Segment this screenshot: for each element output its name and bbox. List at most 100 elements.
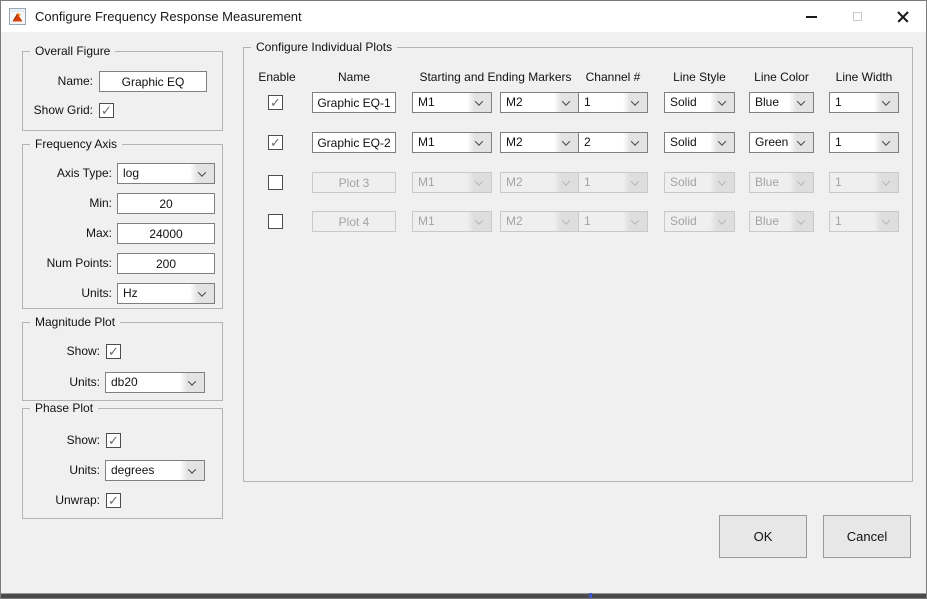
plot4-start-marker-value: M1 (418, 212, 435, 231)
plot3-start-marker-dropdown: M1 (412, 172, 492, 193)
plot1-line-width-dropdown[interactable]: 1 (829, 92, 899, 113)
chevron-down-icon (789, 93, 813, 112)
overall-figure-group-title: Overall Figure (30, 44, 115, 58)
axis-type-label: Axis Type: (23, 163, 112, 184)
plot2-line-style-dropdown[interactable]: Solid (664, 132, 735, 153)
overall-figure-group: Overall Figure Name: Show Grid: (22, 51, 223, 131)
plot4-channel-value: 1 (584, 212, 591, 231)
num-points-label: Num Points: (23, 253, 112, 274)
channel-column-header: Channel # (578, 70, 648, 84)
plot-row-4: M1 M2 1 Solid Blue (244, 211, 912, 232)
plot3-channel-dropdown: 1 (578, 172, 648, 193)
magnitude-units-dropdown[interactable]: db20 (105, 372, 205, 393)
plot1-channel-dropdown[interactable]: 1 (578, 92, 648, 113)
dialog-body: Overall Figure Name: Show Grid: Frequenc… (1, 32, 926, 598)
plot4-line-color-dropdown: Blue (749, 211, 814, 232)
chevron-down-icon (874, 173, 898, 192)
plot1-start-marker-dropdown[interactable]: M1 (412, 92, 492, 113)
plot2-name-field[interactable] (312, 132, 396, 153)
markers-column-header: Starting and Ending Markers (412, 70, 579, 84)
chevron-down-icon (874, 212, 898, 231)
magnitude-show-checkbox[interactable] (106, 344, 121, 359)
chevron-down-icon (180, 373, 204, 392)
line-style-column-header: Line Style (660, 70, 739, 84)
plot3-line-color-dropdown: Blue (749, 172, 814, 193)
close-button[interactable] (880, 1, 926, 32)
chevron-down-icon (874, 133, 898, 152)
chevron-down-icon (554, 93, 578, 112)
plot2-channel-dropdown[interactable]: 2 (578, 132, 648, 153)
plot2-line-color-dropdown[interactable]: Green (749, 132, 814, 153)
plot1-start-marker-value: M1 (418, 93, 435, 112)
max-label: Max: (23, 223, 112, 244)
chevron-down-icon (554, 133, 578, 152)
plot3-enable-checkbox[interactable] (268, 175, 283, 190)
plot1-end-marker-dropdown[interactable]: M2 (500, 92, 579, 113)
chevron-down-icon (623, 133, 647, 152)
chevron-down-icon (190, 164, 214, 183)
plot4-line-width-value: 1 (835, 212, 842, 231)
plot2-line-width-dropdown[interactable]: 1 (829, 132, 899, 153)
chevron-down-icon (467, 173, 491, 192)
show-grid-checkbox[interactable] (99, 103, 114, 118)
phase-plot-group-title: Phase Plot (30, 401, 98, 415)
freq-units-dropdown[interactable]: Hz (117, 283, 215, 304)
plot-row-3: M1 M2 1 Solid Blue (244, 172, 912, 193)
phase-show-checkbox[interactable] (106, 433, 121, 448)
plot2-start-marker-dropdown[interactable]: M1 (412, 132, 492, 153)
chevron-down-icon (180, 461, 204, 480)
minimize-button[interactable] (788, 1, 834, 32)
maximize-button (834, 1, 880, 32)
plot3-line-style-dropdown: Solid (664, 172, 735, 193)
name-column-header: Name (312, 70, 396, 84)
max-field[interactable] (117, 223, 215, 244)
chevron-down-icon (789, 133, 813, 152)
phase-plot-group: Phase Plot Show: Units: degrees Unwrap: (22, 408, 223, 519)
min-field[interactable] (117, 193, 215, 214)
plot-row-2: M1 M2 2 Solid Green (244, 132, 912, 153)
plot1-line-style-value: Solid (670, 93, 697, 112)
ok-button[interactable]: OK (719, 515, 807, 558)
plot1-line-color-value: Blue (755, 93, 779, 112)
line-width-column-header: Line Width (825, 70, 903, 84)
plot3-line-width-dropdown: 1 (829, 172, 899, 193)
plot3-line-style-value: Solid (670, 173, 697, 192)
chevron-down-icon (710, 212, 734, 231)
phase-units-dropdown[interactable]: degrees (105, 460, 205, 481)
chevron-down-icon (789, 173, 813, 192)
plot1-channel-value: 1 (584, 93, 591, 112)
matlab-app-icon (9, 8, 26, 25)
plot2-end-marker-dropdown[interactable]: M2 (500, 132, 579, 153)
chevron-down-icon (623, 212, 647, 231)
window-controls (788, 1, 926, 32)
cancel-button[interactable]: Cancel (823, 515, 911, 558)
plot1-line-style-dropdown[interactable]: Solid (664, 92, 735, 113)
axis-type-dropdown[interactable]: log (117, 163, 215, 184)
plot1-line-color-dropdown[interactable]: Blue (749, 92, 814, 113)
plot-row-1: M1 M2 1 Solid Blue (244, 92, 912, 113)
plot1-enable-checkbox[interactable] (268, 95, 283, 110)
plot1-name-field[interactable] (312, 92, 396, 113)
unwrap-checkbox[interactable] (106, 493, 121, 508)
minimize-icon (806, 16, 817, 18)
individual-plots-group: Configure Individual Plots Enable Name S… (243, 47, 913, 482)
axis-type-value: log (123, 164, 139, 183)
plot1-end-marker-value: M2 (506, 93, 523, 112)
individual-plots-group-title: Configure Individual Plots (251, 40, 397, 54)
plot3-end-marker-dropdown: M2 (500, 172, 579, 193)
unwrap-label: Unwrap: (23, 490, 100, 511)
plot4-end-marker-dropdown: M2 (500, 211, 579, 232)
plot3-line-width-value: 1 (835, 173, 842, 192)
plot3-end-marker-value: M2 (506, 173, 523, 192)
chevron-down-icon (623, 93, 647, 112)
plot4-enable-checkbox[interactable] (268, 214, 283, 229)
phase-show-label: Show: (23, 430, 100, 451)
figure-name-field[interactable] (99, 71, 207, 92)
plot2-enable-checkbox[interactable] (268, 135, 283, 150)
chevron-down-icon (554, 212, 578, 231)
enable-column-header: Enable (252, 70, 302, 84)
chevron-down-icon (554, 173, 578, 192)
maximize-icon (853, 12, 862, 21)
num-points-field[interactable] (117, 253, 215, 274)
plot4-end-marker-value: M2 (506, 212, 523, 231)
